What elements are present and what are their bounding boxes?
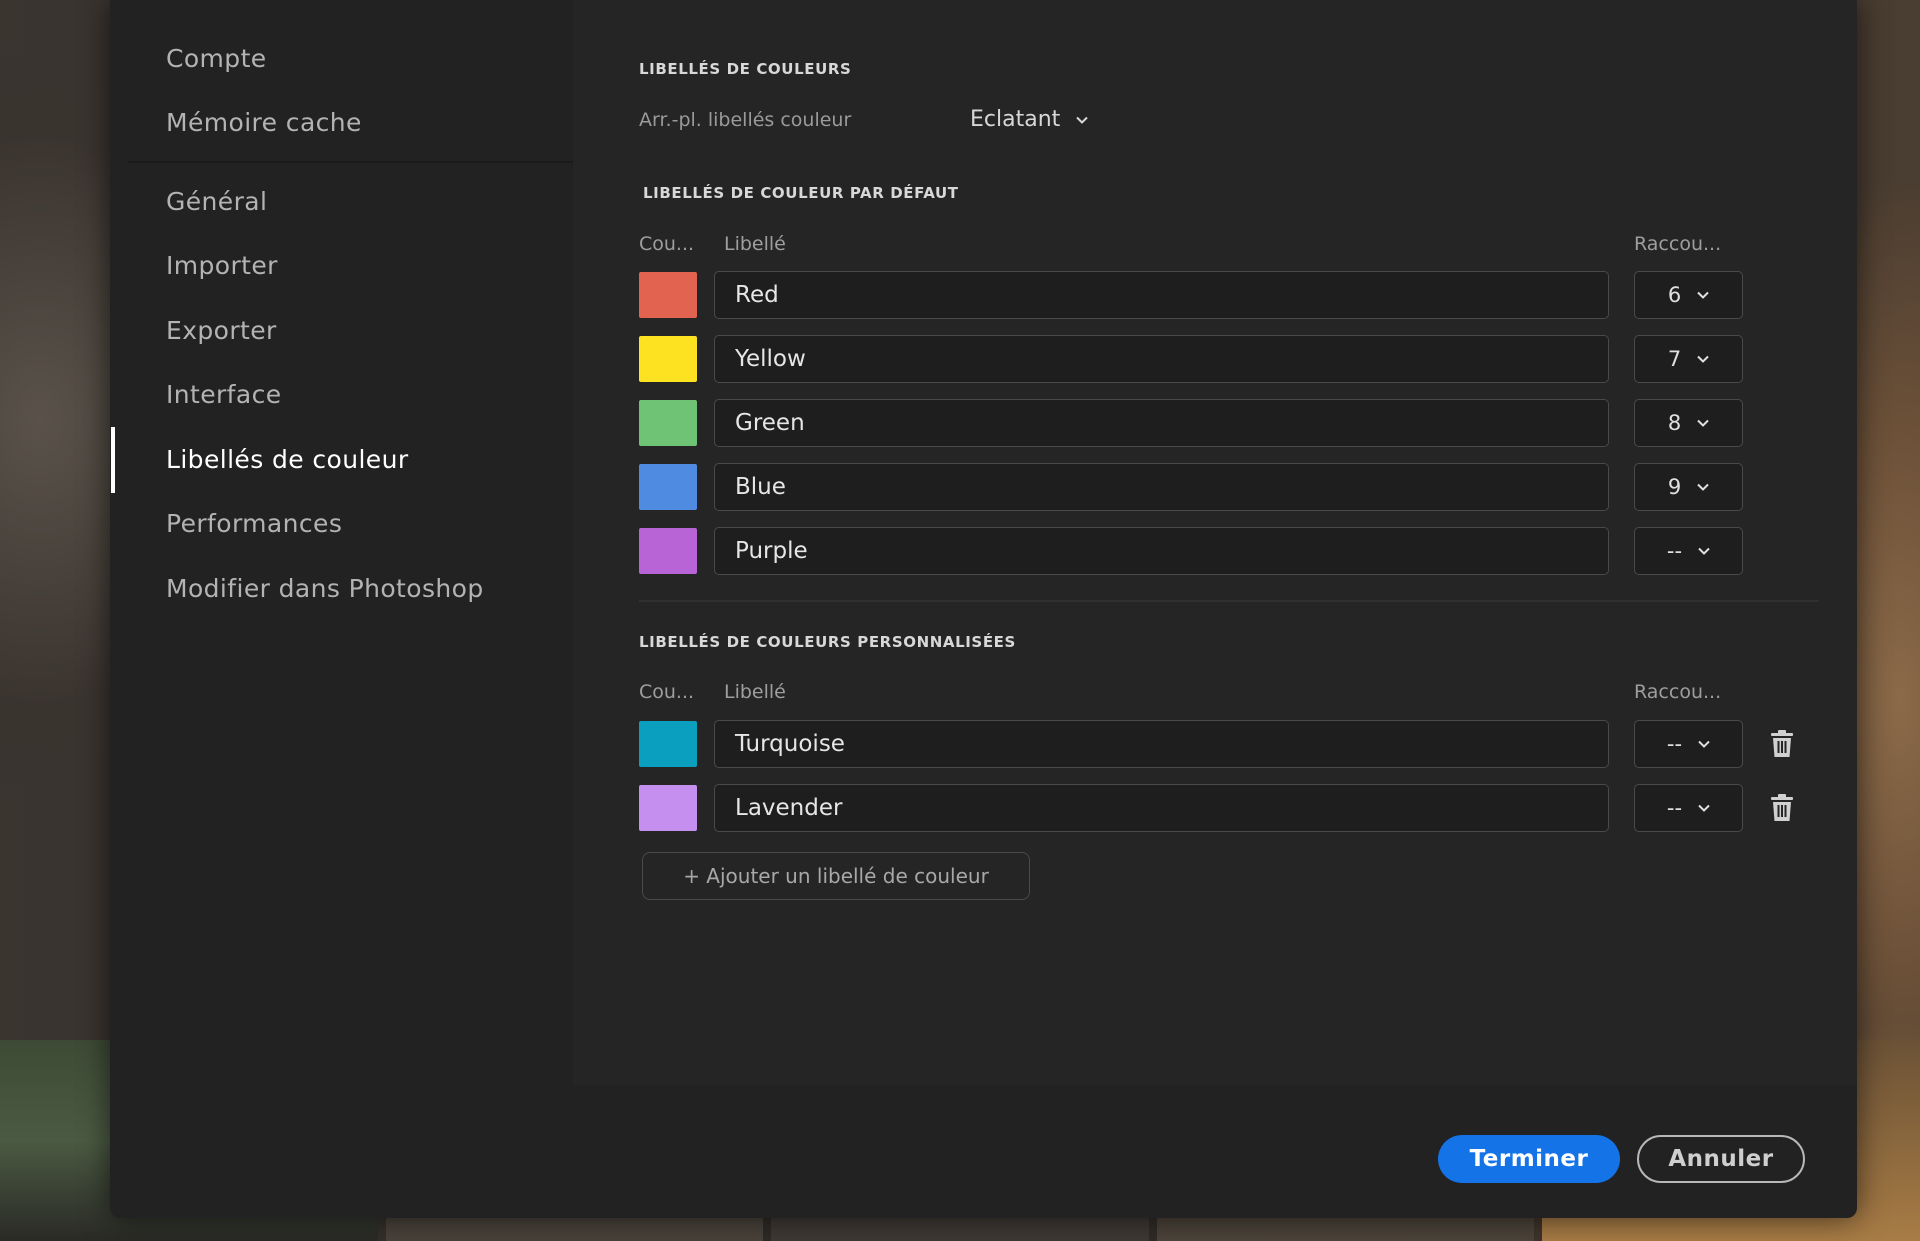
- sidebar-item-interface[interactable]: Interface: [166, 380, 282, 409]
- preferences-dialog: Compte Mémoire cache Général Importer Ex…: [110, 0, 1857, 1218]
- background-setting-label: Arr.-pl. libellés couleur: [639, 109, 852, 131]
- shortcut-select[interactable]: 6: [1634, 271, 1743, 319]
- label-input[interactable]: Purple: [714, 527, 1609, 575]
- color-swatch[interactable]: [639, 400, 697, 446]
- sidebar-item-performances[interactable]: Performances: [166, 509, 342, 538]
- section-title-color-labels: LIBELLÉS DE COULEURS: [639, 60, 852, 78]
- active-indicator: [111, 427, 115, 493]
- shortcut-value: 6: [1667, 283, 1682, 307]
- sidebar-item-modifier-dans-photoshop[interactable]: Modifier dans Photoshop: [166, 574, 484, 603]
- shortcut-select[interactable]: 8: [1634, 399, 1743, 447]
- trash-icon[interactable]: [1769, 794, 1795, 822]
- column-header-color: Cou...: [639, 681, 695, 703]
- label-input[interactable]: Lavender: [714, 784, 1609, 832]
- sidebar-item-libelles-de-couleur[interactable]: Libellés de couleur: [166, 445, 409, 474]
- column-header-shortcut: Raccou...: [1634, 681, 1722, 703]
- shortcut-select[interactable]: --: [1634, 784, 1743, 832]
- background-style-select[interactable]: Eclatant: [970, 107, 1088, 132]
- shortcut-value: --: [1666, 539, 1683, 563]
- label-input[interactable]: Green: [714, 399, 1609, 447]
- column-header-label: Libellé: [724, 681, 786, 703]
- sidebar-item-compte[interactable]: Compte: [166, 44, 267, 73]
- shortcut-select[interactable]: --: [1634, 527, 1743, 575]
- shortcut-select[interactable]: 9: [1634, 463, 1743, 511]
- sidebar-item-memoire-cache[interactable]: Mémoire cache: [166, 108, 362, 137]
- section-title-default-labels: LIBELLÉS DE COULEUR PAR DÉFAUT: [643, 184, 959, 202]
- chevron-down-icon: [1698, 804, 1710, 812]
- color-swatch[interactable]: [639, 272, 697, 318]
- column-header-color: Cou...: [639, 233, 695, 255]
- chevron-down-icon: [1698, 740, 1710, 748]
- label-input[interactable]: Blue: [714, 463, 1609, 511]
- chevron-down-icon: [1697, 355, 1709, 363]
- column-header-shortcut: Raccou...: [1634, 233, 1722, 255]
- chevron-down-icon: [1698, 547, 1710, 555]
- label-input[interactable]: Yellow: [714, 335, 1609, 383]
- shortcut-value: 7: [1667, 347, 1682, 371]
- color-swatch[interactable]: [639, 464, 697, 510]
- color-swatch[interactable]: [639, 721, 697, 767]
- shortcut-value: 8: [1667, 411, 1682, 435]
- done-button[interactable]: Terminer: [1438, 1135, 1620, 1183]
- color-swatch[interactable]: [639, 528, 697, 574]
- color-swatch[interactable]: [639, 336, 697, 382]
- shortcut-value: --: [1666, 796, 1683, 820]
- section-divider: [639, 600, 1819, 602]
- sidebar-item-exporter[interactable]: Exporter: [166, 316, 277, 345]
- sidebar-item-importer[interactable]: Importer: [166, 251, 278, 280]
- label-input[interactable]: Turquoise: [714, 720, 1609, 768]
- section-title-custom-labels: LIBELLÉS DE COULEURS PERSONNALISÉES: [639, 633, 1016, 651]
- shortcut-select[interactable]: 7: [1634, 335, 1743, 383]
- chevron-down-icon: [1697, 483, 1709, 491]
- color-swatch[interactable]: [639, 785, 697, 831]
- cancel-button[interactable]: Annuler: [1637, 1135, 1805, 1183]
- sidebar-divider: [128, 161, 573, 163]
- shortcut-select[interactable]: --: [1634, 720, 1743, 768]
- shortcut-value: 9: [1667, 475, 1682, 499]
- chevron-down-icon: [1076, 116, 1088, 124]
- preferences-content: LIBELLÉS DE COULEURS Arr.-pl. libellés c…: [573, 0, 1857, 1085]
- sidebar-item-general[interactable]: Général: [166, 187, 267, 216]
- trash-icon[interactable]: [1769, 730, 1795, 758]
- column-header-label: Libellé: [724, 233, 786, 255]
- shortcut-value: --: [1666, 732, 1683, 756]
- preferences-sidebar: Compte Mémoire cache Général Importer Ex…: [110, 0, 573, 1085]
- add-color-label-button[interactable]: + Ajouter un libellé de couleur: [642, 852, 1030, 900]
- chevron-down-icon: [1697, 291, 1709, 299]
- label-input[interactable]: Red: [714, 271, 1609, 319]
- background-style-value: Eclatant: [970, 107, 1061, 132]
- chevron-down-icon: [1697, 419, 1709, 427]
